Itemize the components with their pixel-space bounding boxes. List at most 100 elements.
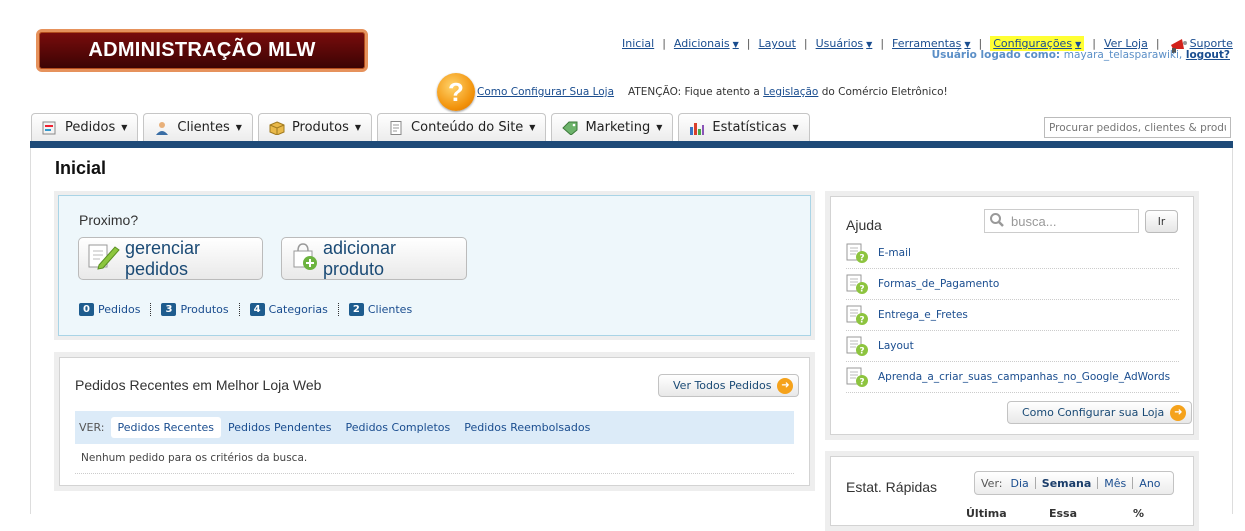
period-dia[interactable]: Dia	[1004, 477, 1034, 490]
tab-pedidos[interactable]: Pedidos ▼	[31, 113, 139, 141]
user-info: Usuário logado como: mayara_telasparawik…	[932, 49, 1230, 61]
stat-separator	[238, 303, 240, 316]
filter-pendentes[interactable]: Pedidos Pendentes	[221, 417, 339, 438]
tab-produtos[interactable]: Produtos ▼	[257, 113, 373, 141]
help-doc-icon: ?	[846, 336, 872, 357]
view-all-orders-button[interactable]: Ver Todos Pedidos ➜	[658, 374, 800, 397]
menu-usuarios-label: Usuários	[815, 37, 864, 50]
chevron-down-icon: ▼	[235, 123, 242, 132]
help-link-adwords[interactable]: Aprenda_a_criar_suas_campanhas_no_Google…	[878, 371, 1170, 383]
menu-separator: |	[880, 37, 885, 50]
tab-marketing[interactable]: Marketing ▼	[551, 113, 674, 141]
menu-usuarios[interactable]: Usuários ▼	[816, 37, 873, 50]
help-item[interactable]: ? Aprenda_a_criar_suas_campanhas_no_Goog…	[846, 362, 1179, 393]
chevron-down-icon: ▼	[121, 123, 128, 132]
svg-text:?: ?	[859, 347, 864, 357]
stat-count: 2	[348, 303, 364, 316]
order-filter-bar: VER: Pedidos Recentes Pedidos Pendentes …	[75, 411, 794, 444]
chevron-down-icon: ▼	[354, 123, 362, 132]
chevron-down-icon: ▼	[866, 40, 873, 49]
how-to-configure-button[interactable]: Como Configurar sua Loja ➜	[1007, 401, 1193, 424]
svg-text:?: ?	[859, 316, 864, 326]
legislation-link[interactable]: Legislação	[763, 86, 818, 98]
stat-categorias-link[interactable]: Categorias	[269, 303, 328, 316]
notice-prefix: ATENÇÃO: Fique atento a	[628, 86, 764, 98]
filter-recentes[interactable]: Pedidos Recentes	[110, 417, 222, 438]
add-product-button[interactable]: adicionar produto	[281, 237, 467, 280]
help-doc-icon: ?	[846, 367, 872, 388]
quick-stats-inner: Estat. Rápidas Ver: Dia Semana Mês Ano Ú…	[830, 456, 1194, 526]
help-link-entrega[interactable]: Entrega_e_Fretes	[878, 309, 968, 321]
global-search-input[interactable]	[1044, 117, 1231, 138]
notice-suffix: do Comércio Eletrônico!	[818, 86, 948, 98]
tab-label: Pedidos	[65, 120, 116, 135]
filter-reembolsados[interactable]: Pedidos Reembolsados	[457, 417, 597, 438]
help-search-input[interactable]: busca...	[984, 209, 1139, 233]
edit-document-icon	[85, 241, 121, 276]
arrow-right-icon: ➜	[1170, 404, 1187, 421]
period-label: Ver:	[981, 476, 1003, 490]
document-icon	[388, 120, 404, 135]
tab-conteudo[interactable]: Conteúdo do Site ▼	[377, 113, 547, 141]
help-item[interactable]: ? Entrega_e_Fretes	[846, 300, 1179, 331]
period-mes[interactable]: Mês	[1098, 477, 1132, 490]
period-ano[interactable]: Ano	[1133, 477, 1166, 490]
config-store-link[interactable]: Como Configurar Sua Loja	[477, 86, 614, 98]
orders-icon	[42, 121, 58, 135]
period-selector: Ver: Dia Semana Mês Ano	[974, 471, 1174, 495]
recent-orders-panel: Pedidos Recentes em Melhor Loja Web Ver …	[54, 352, 815, 491]
chevron-down-icon: ▼	[529, 123, 536, 132]
chevron-down-icon: ▼	[656, 123, 663, 132]
menu-separator: |	[662, 37, 666, 50]
quick-stats-panel: Estat. Rápidas Ver: Dia Semana Mês Ano Ú…	[825, 451, 1199, 531]
help-link-pagamento[interactable]: Formas_de_Pagamento	[878, 278, 999, 290]
stat-count: 0	[79, 303, 94, 316]
menu-adicionais-label: Adicionais	[673, 37, 730, 50]
stat-separator	[337, 303, 339, 316]
stat-produtos-link[interactable]: Produtos	[180, 303, 228, 316]
view-all-orders-label: Ver Todos Pedidos	[673, 379, 772, 392]
help-question-icon[interactable]: ?	[437, 73, 475, 111]
tab-label: Clientes	[177, 120, 230, 135]
tab-clientes[interactable]: Clientes ▼	[143, 113, 253, 141]
tab-label: Conteúdo do Site	[411, 120, 524, 135]
logo[interactable]: ADMINISTRAÇÃO MLW	[36, 29, 368, 72]
help-item[interactable]: ? Formas_de_Pagamento	[846, 269, 1179, 300]
stat-clientes-link[interactable]: Clientes	[368, 303, 412, 316]
main-tabs: Pedidos ▼ Clientes ▼ Produtos ▼ Conteúdo do…	[31, 113, 810, 141]
logo-text: ADMINISTRAÇÃO MLW	[88, 39, 316, 61]
tab-label: Produtos	[291, 120, 349, 135]
help-item[interactable]: ? Layout	[846, 331, 1179, 362]
menu-adicionais[interactable]: Adicionais ▼	[674, 37, 739, 50]
tab-label: Marketing	[585, 120, 651, 135]
filter-label: VER:	[79, 421, 105, 434]
help-inner: Ajuda busca... Ir ? E-mail ? Formas_de_P…	[830, 196, 1194, 435]
menu-layout[interactable]: Layout	[759, 37, 796, 50]
user-name: mayara_telasparawiki,	[1063, 49, 1183, 61]
chevron-down-icon: ▼	[964, 40, 971, 49]
help-link-email[interactable]: E-mail	[878, 247, 911, 259]
logout-link[interactable]: logout?	[1186, 49, 1230, 61]
search-icon	[989, 212, 1005, 231]
tag-icon	[562, 121, 578, 136]
filter-completos[interactable]: Pedidos Completos	[339, 417, 458, 438]
help-doc-icon: ?	[846, 243, 872, 264]
chevron-down-icon: ▼	[732, 40, 739, 49]
menu-separator: |	[746, 37, 751, 50]
manage-orders-button[interactable]: gerenciar pedidos	[78, 237, 263, 280]
divider	[75, 473, 794, 474]
tab-estatisticas[interactable]: Estatísticas ▼	[678, 113, 810, 141]
chevron-down-icon: ▼	[792, 123, 799, 132]
help-link-layout[interactable]: Layout	[878, 340, 914, 352]
help-title: Ajuda	[846, 217, 882, 233]
how-to-configure-label: Como Configurar sua Loja	[1022, 406, 1165, 419]
help-search-go-button[interactable]: Ir	[1145, 210, 1178, 233]
period-semana[interactable]: Semana	[1036, 477, 1098, 490]
bar-chart-icon	[689, 121, 705, 135]
next-steps-title: Proximo?	[79, 212, 139, 228]
svg-text:?: ?	[859, 378, 864, 388]
menu-inicial[interactable]: Inicial	[622, 37, 654, 50]
svg-text:?: ?	[859, 285, 864, 295]
stat-pedidos-link[interactable]: Pedidos	[98, 303, 141, 316]
help-item[interactable]: ? E-mail	[846, 238, 1179, 269]
